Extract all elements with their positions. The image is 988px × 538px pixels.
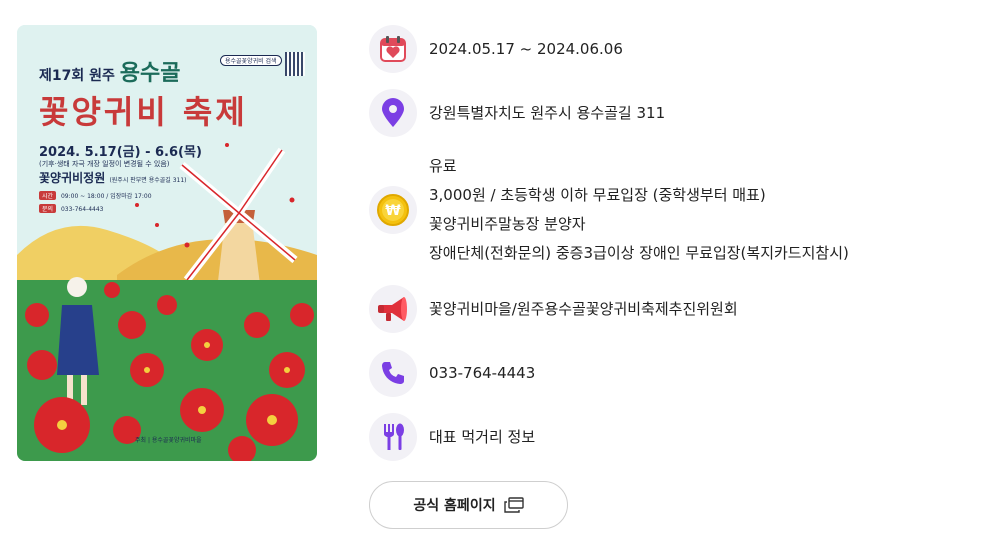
poster-title-line1: 제17회 원주 용수골 — [39, 55, 181, 87]
poster-edition: 제17회 — [39, 68, 85, 84]
fee-line: 유료 — [429, 157, 457, 175]
info-row-fee: ₩ — [369, 186, 417, 234]
info-row-date: 2024.05.17 ~ 2024.06.06 — [369, 25, 623, 73]
event-host: 꽃양귀비마을/원주용수골꽃양귀비축제추진위원회 — [429, 299, 738, 318]
calendar-heart-icon — [369, 25, 417, 73]
external-window-icon — [503, 497, 524, 513]
poster-time: 09:00 ~ 18:00 / 입장마감 17:00 — [60, 193, 152, 200]
poster-venue-address: (원주시 판부면 용수골길 311) — [109, 177, 187, 184]
event-date: 2024.05.17 ~ 2024.06.06 — [429, 39, 623, 58]
poster-phone-label: 문의 — [39, 204, 57, 213]
food-info-link[interactable]: 대표 먹거리 정보 — [429, 423, 535, 452]
location-pin-icon — [369, 89, 417, 137]
fee-info: 유료 3,000원 / 초등학생 이하 무료입장 (중학생부터 매표) 꽃양귀비… — [429, 152, 849, 268]
poster-city: 원주 — [89, 68, 115, 84]
official-homepage-button[interactable]: 공식 홈페이지 — [369, 481, 568, 529]
won-coin-icon: ₩ — [369, 186, 417, 234]
event-address: 강원특별자치도 원주시 용수골길 311 — [429, 103, 666, 122]
poster-title-line2: 꽃양귀비 축제 — [39, 93, 248, 131]
megaphone-icon — [369, 285, 417, 333]
poster-phone-row: 문의 033-764-4443 — [39, 204, 103, 213]
poster-search-pill: 용수골꽃양귀비 검색 — [220, 55, 282, 66]
poster-venue: 꽃양귀비정원 (원주시 판부면 용수골길 311) — [39, 169, 187, 186]
poster-venue-name: 꽃양귀비정원 — [39, 171, 106, 185]
info-row-address: 강원특별자치도 원주시 용수골길 311 — [369, 89, 665, 137]
info-row-food: 대표 먹거리 정보 — [369, 413, 535, 461]
svg-text:₩: ₩ — [385, 203, 401, 219]
phone-icon — [369, 349, 417, 397]
qr-code-icon — [285, 52, 305, 76]
poster-time-label: 시간 — [39, 191, 57, 200]
poster-dates: 2024. 5.17(금) - 6.6(목) — [39, 145, 202, 160]
poster-note: (기후·생태 자극 개장 일정이 변경될 수 있음) — [39, 160, 170, 168]
info-row-host: 꽃양귀비마을/원주용수골꽃양귀비축제추진위원회 — [369, 285, 738, 333]
poster-time-row: 시간 09:00 ~ 18:00 / 입장마감 17:00 — [39, 191, 152, 200]
poster-phone: 033-764-4443 — [60, 206, 104, 213]
fee-line: 꽃양귀비주말농장 분양자 — [429, 215, 586, 233]
fee-line: 장애단체(전화문의) 중증3급이상 장애인 무료입장(복지카드지참시) — [429, 244, 849, 262]
event-tel: 033-764-4443 — [429, 363, 536, 382]
info-row-tel: 033-764-4443 — [369, 349, 535, 397]
poster-organizer: 주최 | 용수골꽃양귀비마을 — [135, 437, 202, 444]
fork-spoon-icon — [369, 413, 417, 461]
poster-title-a: 용수골 — [119, 61, 181, 86]
homepage-button-label: 공식 홈페이지 — [413, 498, 496, 514]
fee-line: 3,000원 / 초등학생 이하 무료입장 (중학생부터 매표) — [429, 186, 766, 204]
festival-poster: 제17회 원주 용수골 꽃양귀비 축제 2024. 5.17(금) - 6.6(… — [17, 25, 317, 461]
